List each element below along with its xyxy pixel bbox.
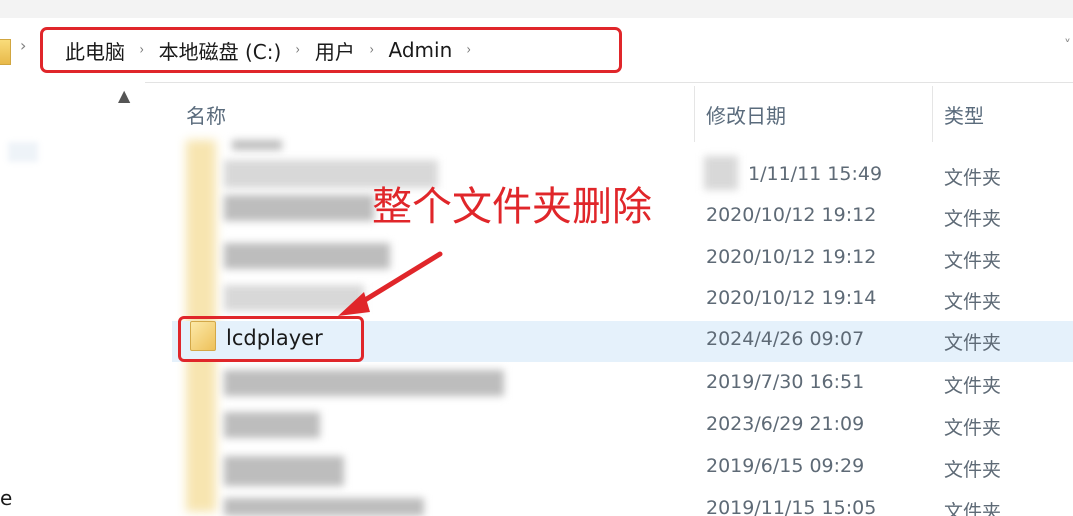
row-modified: 2020/10/12 19:14 [706, 287, 877, 309]
file-row[interactable]: 2019/11/15 15:05 文件夹 [172, 490, 1073, 516]
file-row[interactable]: 2019/6/15 09:29 文件夹 [172, 448, 1073, 489]
address-folder-icon [0, 39, 11, 65]
file-row[interactable]: 2020/10/12 19:14 文件夹 [172, 280, 1073, 321]
row-type: 文件夹 [944, 167, 1002, 189]
chevron-down-icon[interactable]: ˅ [1064, 38, 1071, 54]
nav-item-label[interactable]: e [0, 486, 12, 510]
file-row[interactable]: 2020/10/12 19:12 文件夹 [172, 239, 1073, 280]
highlight-box [178, 316, 364, 362]
row-type: 文件夹 [944, 250, 1002, 272]
row-modified: 1/11/11 15:49 [748, 163, 883, 185]
row-type: 文件夹 [944, 332, 1002, 354]
chevron-right-icon[interactable]: › [20, 36, 26, 55]
column-header-modified[interactable]: 修改日期 [706, 100, 786, 129]
row-type: 文件夹 [944, 208, 1002, 230]
nav-item-blurred [8, 142, 38, 162]
breadcrumb: 此电脑 › 本地磁盘 (C:) › 用户 › Admin › [40, 27, 622, 73]
file-row[interactable]: 2023/6/29 21:09 文件夹 [172, 406, 1073, 447]
chevron-up-icon[interactable]: ▲ [118, 86, 130, 105]
chevron-right-icon[interactable]: › [140, 42, 144, 58]
chevron-right-icon[interactable]: › [369, 42, 373, 58]
chevron-right-icon[interactable]: › [467, 42, 471, 58]
file-row[interactable]: 2019/7/30 16:51 文件夹 [172, 364, 1073, 405]
row-modified: 2019/7/30 16:51 [706, 371, 865, 393]
row-type: 文件夹 [944, 501, 1002, 516]
annotation-text: 整个文件夹删除 [372, 184, 652, 230]
row-modified: 2019/6/15 09:29 [706, 455, 865, 477]
window-top-strip [0, 0, 1073, 19]
breadcrumb-local-disk-c[interactable]: 本地磁盘 (C:) [159, 36, 282, 65]
breadcrumb-users[interactable]: 用户 [315, 36, 355, 65]
row-type: 文件夹 [944, 291, 1002, 313]
row-modified: 2019/11/15 15:05 [706, 497, 877, 516]
chevron-right-icon[interactable]: › [296, 42, 300, 58]
column-header-type[interactable]: 类型 [944, 100, 984, 129]
breadcrumb-this-pc[interactable]: 此电脑 [65, 36, 125, 65]
row-type: 文件夹 [944, 459, 1002, 481]
breadcrumb-admin[interactable]: Admin [389, 38, 453, 62]
row-modified: 2024/4/26 09:07 [706, 328, 865, 350]
row-modified: 2020/10/12 19:12 [706, 246, 877, 268]
row-modified: 2023/6/29 21:09 [706, 413, 865, 435]
column-header-name[interactable]: 名称 [186, 100, 226, 129]
row-type: 文件夹 [944, 375, 1002, 397]
row-modified: 2020/10/12 19:12 [706, 204, 877, 226]
row-type: 文件夹 [944, 417, 1002, 439]
